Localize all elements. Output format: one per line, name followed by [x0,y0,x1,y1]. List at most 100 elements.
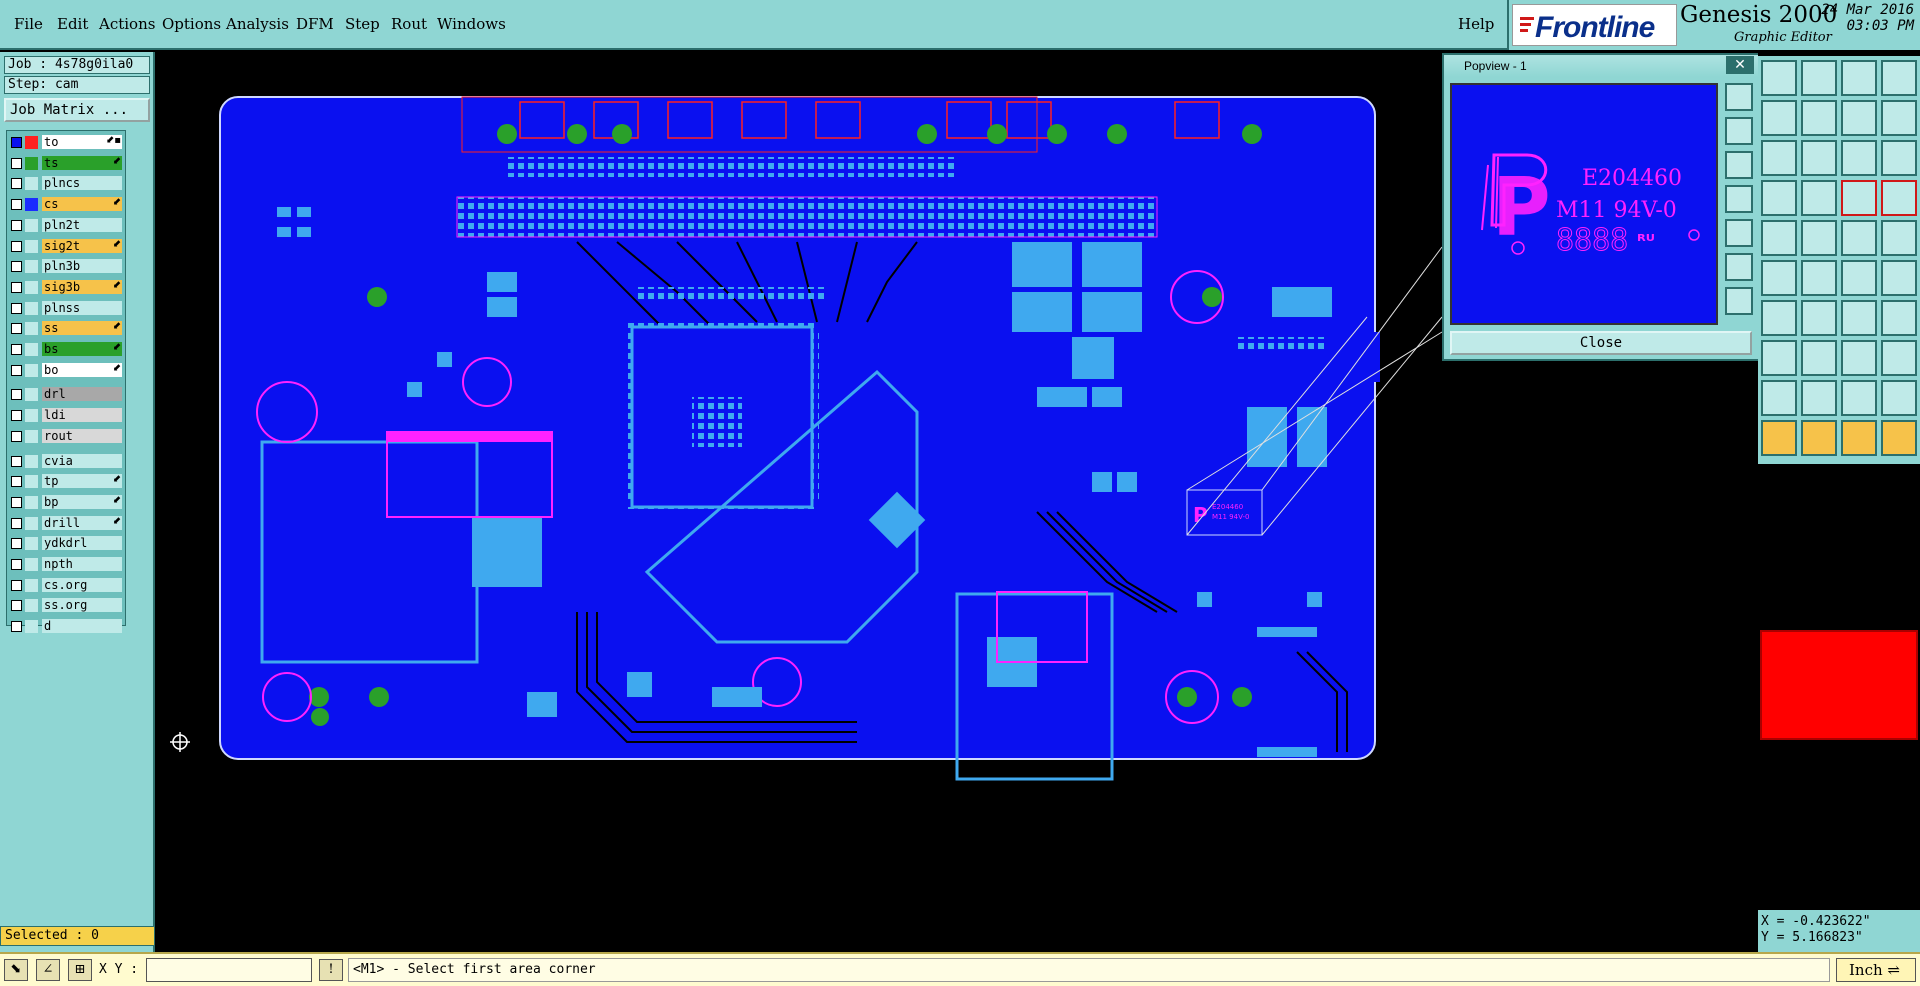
layer-color-swatch[interactable] [25,516,38,530]
layer-color-swatch[interactable] [25,578,38,592]
layer-row-pln3b[interactable]: pln3b [9,259,125,274]
layer-color-swatch[interactable] [25,363,38,377]
layer-checkbox[interactable] [11,476,22,488]
units-selector[interactable]: Inch ⇌ [1836,958,1916,982]
layer-color-swatch[interactable] [25,198,38,212]
layer-checkbox[interactable] [11,302,22,314]
diag-icon[interactable] [1801,300,1837,336]
layer-name[interactable]: bo [42,362,122,377]
grid-mode-icon[interactable]: ⊞ [68,959,92,981]
layer-color-swatch[interactable] [25,558,38,571]
select-alt-icon[interactable] [1801,420,1837,456]
layer-name[interactable]: cs [42,197,122,212]
edge-icon[interactable] [1881,300,1917,336]
layer-name[interactable]: d [42,619,122,634]
layer-color-swatch[interactable] [25,475,38,489]
layer-color-swatch[interactable] [25,301,38,315]
layer-color-swatch[interactable] [25,218,38,232]
layer-checkbox[interactable] [11,496,22,508]
pad-icon[interactable] [1761,220,1797,256]
layer-color-swatch[interactable] [25,429,38,443]
open-icon[interactable] [1761,60,1797,96]
layer-row-cs[interactable]: cs ⬋ [9,197,125,212]
layer-checkbox[interactable] [11,455,22,467]
select-move-icon[interactable] [1881,420,1917,456]
layer-name[interactable]: rout [42,428,122,443]
zoom-fit-icon[interactable] [1761,140,1797,176]
layer-checkbox[interactable] [11,389,22,401]
menu-dfm[interactable]: DFM [296,15,334,33]
triangle-alt-icon[interactable] [1881,380,1917,416]
layer-row-tp[interactable]: tp ⬋ [9,474,125,489]
layer-row-ss-org[interactable]: ss.org [9,598,125,613]
grid-icon[interactable] [1801,180,1837,216]
step-back-icon[interactable] [1761,100,1797,136]
alert-icon[interactable]: ! [319,959,343,981]
layer-row-to[interactable]: to ⬋▪ [9,135,125,150]
layer-checkbox[interactable] [11,517,22,529]
frame-icon[interactable] [1841,340,1877,376]
layer-row-cvia[interactable]: cvia [9,453,125,469]
menu-file[interactable]: File [14,15,43,33]
layer-color-swatch[interactable] [25,239,38,253]
popview-zoom-in-icon[interactable] [1725,83,1753,111]
layer-row-ldi[interactable]: ldi [9,408,125,423]
line-icon[interactable] [1801,220,1837,256]
active-layer-color-swatch[interactable] [1760,630,1918,740]
help-icon[interactable] [1881,140,1917,176]
layer-name[interactable]: ss.org [42,598,122,613]
layer-name[interactable]: plnss [42,300,122,315]
layer-checkbox[interactable] [11,600,22,612]
layer-checkbox[interactable] [11,579,22,591]
layer-name[interactable]: ldi [42,408,122,423]
popview-settings-icon[interactable] [1725,287,1753,315]
layer-color-swatch[interactable] [25,495,38,509]
layer-checkbox[interactable] [11,157,22,169]
layer-name[interactable]: pln3b [42,259,122,274]
angle-mode-icon[interactable]: ∠ [36,959,60,981]
layer-checkbox[interactable] [11,364,22,376]
layer-name[interactable]: sig2t [42,238,122,253]
select-icon[interactable] [1761,420,1797,456]
layer-row-ss[interactable]: ss ⬋ [9,321,125,336]
layer-row-bp[interactable]: bp ⬋ [9,494,125,510]
layer-name[interactable]: plncs [42,176,122,191]
layer-checkbox[interactable] [11,621,22,633]
layer-row-rout[interactable]: rout [9,428,125,444]
popview-close-button[interactable]: Close [1450,331,1752,355]
select-box-icon[interactable] [1841,420,1877,456]
snap-icon[interactable] [1841,180,1877,216]
connect-icon[interactable] [1761,260,1797,296]
layer-name[interactable]: drl [42,387,122,402]
popview-pan-icon[interactable] [1725,185,1753,213]
layout-icon[interactable] [1881,100,1917,136]
route-icon[interactable] [1881,260,1917,296]
layer-name[interactable]: ts [42,155,122,170]
layer-name[interactable]: cs.org [42,577,122,592]
layer-name[interactable]: ss [42,321,122,336]
layer-row-d[interactable]: d [9,619,125,634]
ratio-icon[interactable] [1841,140,1877,176]
triangle-select-icon[interactable] [1801,380,1837,416]
home-icon[interactable] [1841,60,1877,96]
layer-checkbox[interactable] [11,199,22,211]
popview-canvas[interactable]: P E204460 M11 94V-0 8888 ᴿᵁ [1450,83,1718,325]
popview-title[interactable]: Popview - 1 [1444,55,1758,77]
layer-row-npth[interactable]: npth [9,557,125,572]
layer-checkbox[interactable] [11,219,22,231]
layer-name[interactable]: ydkdrl [42,536,122,551]
layer-name[interactable]: pln2t [42,217,122,232]
layer-row-drill[interactable]: drill ⬋ [9,515,125,531]
layer-checkbox[interactable] [11,261,22,273]
job-matrix-button[interactable]: Job Matrix ... [4,98,150,122]
menu-analysis[interactable]: Analysis [226,15,289,33]
cross-icon[interactable] [1801,260,1837,296]
layer-row-bo[interactable]: bo ⬋ [9,362,125,378]
layer-color-swatch[interactable] [25,260,38,274]
add-icon[interactable] [1761,340,1797,376]
layer-color-swatch[interactable] [25,454,38,468]
menu-help[interactable]: Help [1458,15,1494,33]
redraw-icon[interactable] [1841,100,1877,136]
slant-icon[interactable] [1761,300,1797,336]
layer-checkbox[interactable] [11,559,22,570]
